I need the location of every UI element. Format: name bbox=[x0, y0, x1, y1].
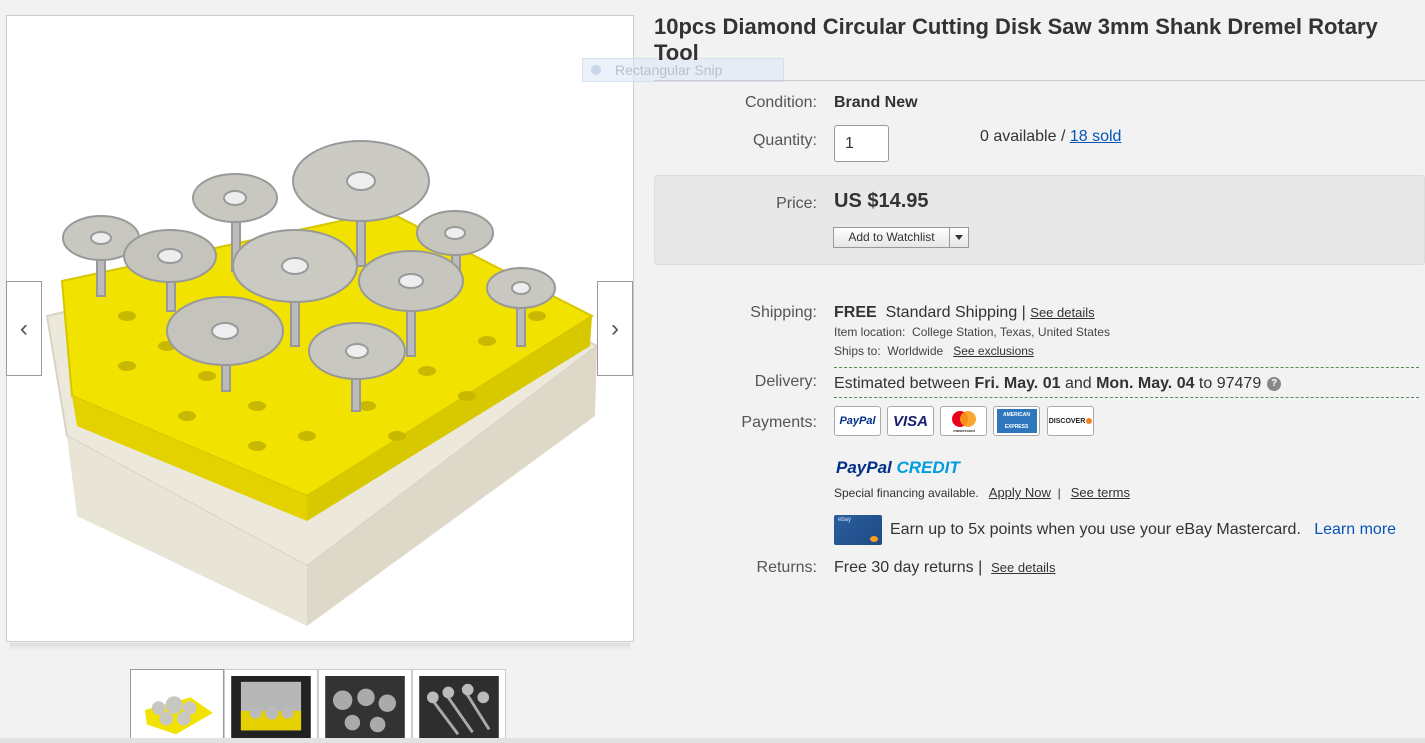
credit-word: CREDIT bbox=[891, 458, 960, 477]
paypal-card-icon: PayPal bbox=[834, 406, 881, 436]
amex-card-icon: AMERICAN EXPRESS bbox=[993, 406, 1040, 436]
paypal-credit-logo: PayPal CREDIT bbox=[836, 458, 960, 478]
visa-card-text: VISA bbox=[892, 412, 928, 430]
condition-label: Condition: bbox=[744, 94, 817, 111]
item-location: Item location: College Station, Texas, U… bbox=[834, 325, 1110, 339]
delivery-prefix: Estimated between bbox=[834, 375, 975, 392]
condition-value: Brand New bbox=[834, 94, 918, 111]
thumbnail-image bbox=[325, 676, 405, 742]
ships-to: Ships to: Worldwide See exclusions bbox=[834, 344, 1034, 358]
ships-to-value: Worldwide bbox=[887, 344, 944, 358]
shipping-see-details-link[interactable]: See details bbox=[1030, 305, 1094, 320]
see-exclusions-link[interactable]: See exclusions bbox=[953, 344, 1034, 358]
next-image-button[interactable]: › bbox=[597, 281, 633, 376]
thumbnail-strip bbox=[130, 669, 506, 743]
product-photo bbox=[45, 140, 599, 626]
thumbnail-3[interactable] bbox=[318, 669, 412, 743]
visa-card-icon: VISA bbox=[887, 406, 934, 436]
previous-image-button[interactable]: ‹ bbox=[6, 281, 42, 376]
delivery-estimate: Estimated between Fri. May. 01 and Mon. … bbox=[834, 375, 1282, 393]
shipping-label: Shipping: bbox=[750, 304, 817, 321]
divider bbox=[834, 397, 1419, 398]
item-location-label: Item location: bbox=[834, 325, 906, 339]
page-bottom-bar bbox=[0, 738, 1425, 743]
chevron-right-icon: › bbox=[611, 314, 619, 342]
title-divider bbox=[654, 80, 1425, 81]
returns-line: Free 30 day returns | See details bbox=[834, 559, 1055, 577]
price-value: US $14.95 bbox=[834, 190, 929, 212]
delivery-and: and bbox=[1060, 375, 1097, 392]
svg-text:mastercard: mastercard bbox=[953, 428, 975, 433]
apply-now-link[interactable]: Apply Now bbox=[989, 485, 1051, 500]
separator: | bbox=[1057, 486, 1061, 500]
snip-icon bbox=[591, 65, 601, 75]
amex-card-text: AMERICAN EXPRESS bbox=[996, 409, 1037, 433]
paypal-card-text: PayPal bbox=[839, 415, 876, 427]
mastercard-promo-text: Earn up to 5x points when you use your e… bbox=[890, 521, 1301, 538]
chevron-down-icon bbox=[955, 235, 963, 240]
item-location-value: College Station, Texas, United States bbox=[912, 325, 1110, 339]
ships-to-label: Ships to: bbox=[834, 344, 881, 358]
help-icon[interactable]: ? bbox=[1267, 376, 1282, 391]
discover-card-icon: DISCOVER bbox=[1047, 406, 1094, 436]
price-panel bbox=[654, 175, 1425, 265]
thumbnail-image bbox=[137, 676, 217, 742]
thumbnail-1[interactable] bbox=[130, 669, 224, 743]
divider bbox=[834, 367, 1419, 368]
ebay-mastercard-icon: ebay bbox=[834, 515, 882, 545]
sold-count-link[interactable]: 18 sold bbox=[1070, 128, 1122, 145]
add-to-watchlist-button[interactable]: Add to Watchlist bbox=[833, 227, 969, 248]
delivery-date-start: Fri. May. 01 bbox=[974, 375, 1061, 392]
mastercard-logo: mastercard bbox=[951, 411, 976, 433]
thumbnail-image bbox=[231, 676, 311, 742]
learn-more-link[interactable]: Learn more bbox=[1314, 521, 1396, 538]
discover-dot-icon bbox=[1086, 418, 1093, 424]
thumbnail-4[interactable] bbox=[412, 669, 506, 743]
thumbnail-image bbox=[419, 676, 499, 742]
chevron-left-icon: ‹ bbox=[20, 314, 28, 342]
delivery-date-end: Mon. May. 04 bbox=[1096, 375, 1195, 392]
paypal-credit-word: PayPal bbox=[836, 458, 892, 477]
watchlist-label: Add to Watchlist bbox=[834, 228, 950, 247]
delivery-zip: to 97479 bbox=[1194, 375, 1262, 392]
mastercard-promo: Earn up to 5x points when you use your e… bbox=[890, 521, 1396, 539]
watchlist-dropdown-button[interactable] bbox=[950, 228, 968, 247]
returns-value: Free 30 day returns | bbox=[834, 559, 983, 576]
mc-card-logo bbox=[870, 536, 878, 542]
returns-see-details-link[interactable]: See details bbox=[991, 560, 1055, 575]
image-shadow bbox=[10, 643, 630, 651]
shipping-line: FREE Standard Shipping | See details bbox=[834, 304, 1095, 322]
availability-text: 0 available / 18 sold bbox=[980, 128, 1121, 146]
returns-label: Returns: bbox=[756, 559, 817, 576]
financing-line: Special financing available. Apply Now |… bbox=[834, 485, 1130, 500]
quantity-input[interactable] bbox=[834, 125, 889, 162]
listing-title: 10pcs Diamond Circular Cutting Disk Saw … bbox=[654, 14, 1378, 65]
mc-card-text: ebay bbox=[838, 517, 852, 523]
payments-label: Payments: bbox=[741, 414, 817, 431]
free-shipping-text: FREE bbox=[834, 304, 877, 321]
available-count: 0 available / bbox=[980, 128, 1070, 145]
thumbnail-2[interactable] bbox=[224, 669, 318, 743]
main-product-image[interactable] bbox=[6, 15, 634, 642]
financing-text: Special financing available. bbox=[834, 486, 979, 500]
shipping-method: Standard Shipping | bbox=[885, 304, 1026, 321]
discover-card-text: DISCOVER bbox=[1048, 417, 1086, 425]
price-label: Price: bbox=[776, 195, 817, 212]
delivery-label: Delivery: bbox=[754, 373, 817, 390]
see-terms-link[interactable]: See terms bbox=[1071, 485, 1130, 500]
mastercard-card-icon: mastercard bbox=[940, 406, 987, 436]
quantity-label: Quantity: bbox=[752, 132, 817, 149]
